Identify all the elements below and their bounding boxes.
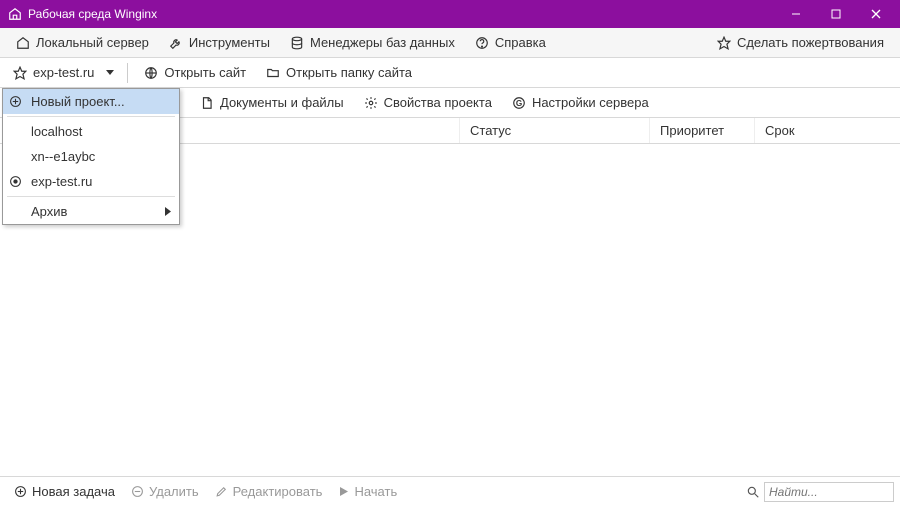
- separator: [7, 196, 175, 197]
- pencil-icon: [215, 485, 228, 498]
- project-dropdown[interactable]: exp-test.ru: [6, 61, 121, 85]
- dropdown-archive-label: Архив: [31, 204, 67, 219]
- menubar: Локальный сервер Инструменты Менеджеры б…: [0, 28, 900, 58]
- app-icon: [8, 7, 22, 21]
- bottombar: Новая задача Удалить Редактировать Начат…: [0, 476, 900, 506]
- wrench-icon: [169, 36, 183, 50]
- separator: [127, 63, 128, 83]
- table-header-priority[interactable]: Приоритет: [650, 118, 755, 143]
- close-button[interactable]: [856, 0, 896, 28]
- open-site-label: Открыть сайт: [164, 65, 246, 80]
- server-settings-button[interactable]: G Настройки сервера: [502, 88, 659, 118]
- table-header-status[interactable]: Статус: [460, 118, 650, 143]
- gear-icon: [364, 96, 378, 110]
- project-toolbar: exp-test.ru Открыть сайт Открыть папку с…: [0, 58, 900, 88]
- delete-button: Удалить: [123, 477, 207, 507]
- menu-local-server-label: Локальный сервер: [36, 35, 149, 50]
- project-props-button[interactable]: Свойства проекта: [354, 88, 502, 118]
- home-icon: [16, 36, 30, 50]
- project-props-label: Свойства проекта: [384, 95, 492, 110]
- dropdown-new-project[interactable]: Новый проект...: [3, 89, 179, 114]
- chevron-right-icon: [165, 204, 171, 219]
- new-task-button[interactable]: Новая задача: [6, 477, 123, 507]
- minimize-button[interactable]: [776, 0, 816, 28]
- menu-tools-label: Инструменты: [189, 35, 270, 50]
- minus-circle-icon: [131, 485, 144, 498]
- search-icon: [746, 485, 760, 499]
- dropdown-item-label: xn--e1aybc: [31, 149, 95, 164]
- database-icon: [290, 36, 304, 50]
- dropdown-new-project-label: Новый проект...: [31, 94, 125, 109]
- menu-db-managers-label: Менеджеры баз данных: [310, 35, 455, 50]
- docs-files-label: Документы и файлы: [220, 95, 344, 110]
- help-icon: [475, 36, 489, 50]
- star-icon: [13, 66, 27, 80]
- plus-circle-icon: [9, 95, 22, 108]
- project-dropdown-menu: Новый проект... localhost xn--e1aybc exp…: [2, 88, 180, 225]
- titlebar: Рабочая среда Winginx: [0, 0, 900, 28]
- delete-label: Удалить: [149, 484, 199, 499]
- menu-db-managers[interactable]: Менеджеры баз данных: [280, 28, 465, 58]
- maximize-button[interactable]: [816, 0, 856, 28]
- dropdown-item-label: exp-test.ru: [31, 174, 92, 189]
- folder-icon: [266, 66, 280, 80]
- dropdown-item-label: localhost: [31, 124, 82, 139]
- table-header-due[interactable]: Срок: [755, 118, 900, 143]
- dropdown-item-exptest[interactable]: exp-test.ru: [3, 169, 179, 194]
- start-button: Начать: [330, 477, 405, 507]
- star-icon: [717, 36, 731, 50]
- dropdown-item-localhost[interactable]: localhost: [3, 119, 179, 144]
- target-icon: [9, 175, 22, 188]
- start-label: Начать: [354, 484, 397, 499]
- plus-circle-icon: [14, 485, 27, 498]
- dropdown-item-xn[interactable]: xn--e1aybc: [3, 144, 179, 169]
- server-settings-label: Настройки сервера: [532, 95, 649, 110]
- menu-help-label: Справка: [495, 35, 546, 50]
- separator: [7, 116, 175, 117]
- menu-donate[interactable]: Сделать пожертвования: [707, 28, 894, 58]
- open-site-button[interactable]: Открыть сайт: [134, 58, 256, 88]
- search-input[interactable]: [764, 482, 894, 502]
- file-icon: [200, 96, 214, 110]
- server-gear-icon: G: [512, 96, 526, 110]
- globe-icon: [144, 66, 158, 80]
- menu-help[interactable]: Справка: [465, 28, 556, 58]
- play-icon: [338, 486, 349, 497]
- chevron-down-icon: [106, 70, 114, 76]
- new-task-label: Новая задача: [32, 484, 115, 499]
- dropdown-archive[interactable]: Архив: [3, 199, 179, 224]
- svg-text:G: G: [516, 98, 522, 107]
- menu-local-server[interactable]: Локальный сервер: [6, 28, 159, 58]
- project-dropdown-label: exp-test.ru: [33, 65, 94, 80]
- docs-files-button[interactable]: Документы и файлы: [190, 88, 354, 118]
- open-folder-button[interactable]: Открыть папку сайта: [256, 58, 422, 88]
- menu-donate-label: Сделать пожертвования: [737, 35, 884, 50]
- open-folder-label: Открыть папку сайта: [286, 65, 412, 80]
- edit-label: Редактировать: [233, 484, 323, 499]
- edit-button: Редактировать: [207, 477, 331, 507]
- window-title: Рабочая среда Winginx: [28, 7, 157, 21]
- menu-tools[interactable]: Инструменты: [159, 28, 280, 58]
